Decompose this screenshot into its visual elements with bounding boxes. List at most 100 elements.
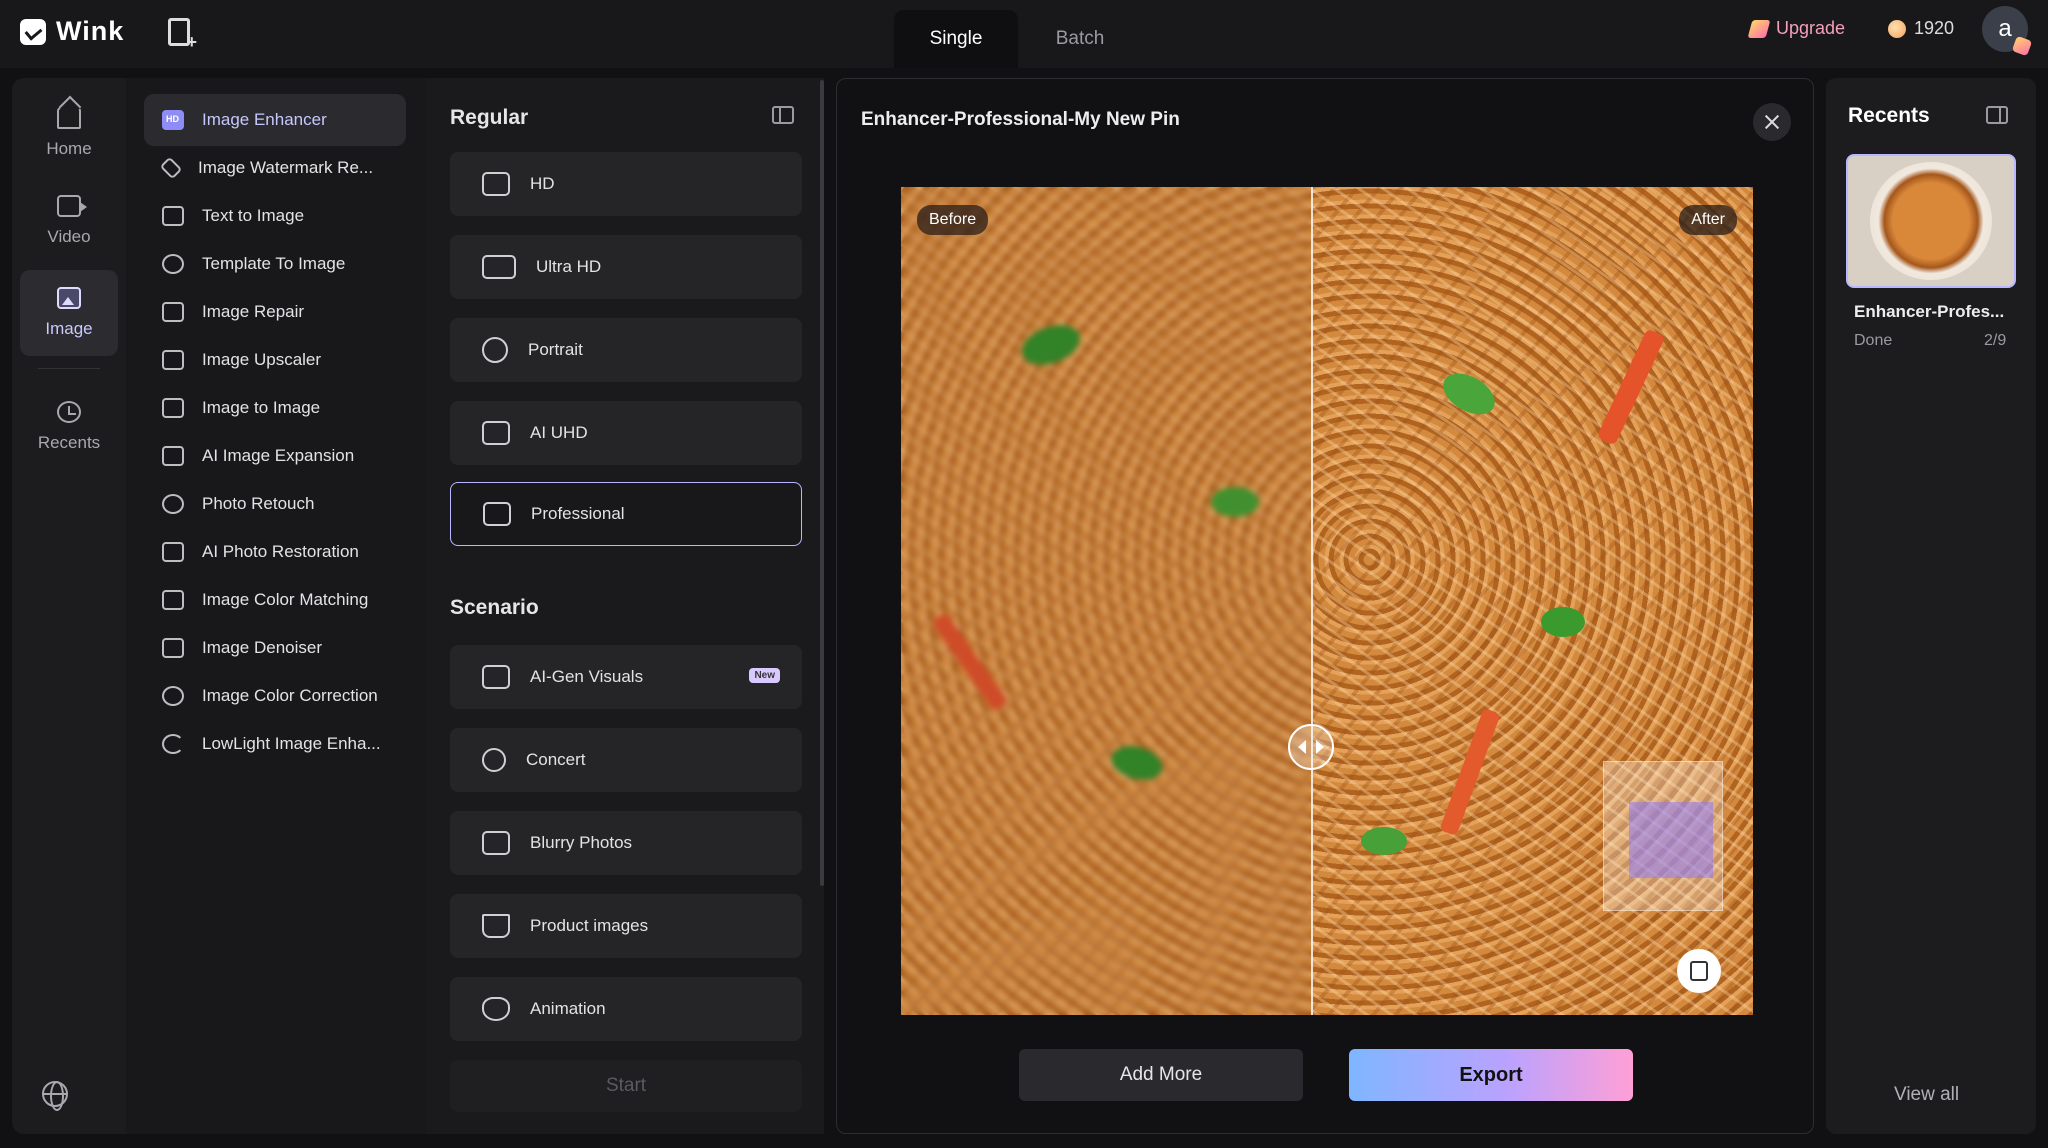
scenario-section-title: Scenario [450,596,539,619]
tool-image-denoiser[interactable]: Image Denoiser [144,622,406,674]
microphone-icon [482,748,506,772]
regular-section-title: Regular [450,106,529,129]
rail-home[interactable]: Home [20,90,118,176]
app-name: Wink [56,16,125,46]
carrot [1596,328,1666,446]
noodle-bowl-image [1870,162,1992,280]
image-icon [57,287,81,309]
tool-image-color-matching[interactable]: Image Color Matching [144,574,406,626]
option-concert[interactable]: Concert [450,728,802,792]
rail-recents-label: Recents [37,433,101,452]
tool-label: Image Watermark Re... [198,158,374,177]
tool-ai-image-expansion[interactable]: AI Image Expansion [144,430,406,482]
tool-photo-retouch[interactable]: Photo Retouch [144,478,406,530]
collapse-panel-icon[interactable] [772,106,794,124]
coin-icon [1888,19,1906,38]
color-correction-icon [162,686,184,706]
collapse-panel-icon[interactable] [1986,106,2008,124]
start-button[interactable]: Start [450,1060,802,1112]
view-all-link[interactable]: View all [1894,1084,1959,1106]
left-rail: Home Video Image Recents [12,78,126,1134]
option-animation[interactable]: Animation [450,977,802,1041]
bear-icon [482,997,510,1021]
garnish [1361,827,1407,855]
tool-image-repair[interactable]: Image Repair [144,286,406,338]
zoom-minimap[interactable] [1603,761,1723,911]
compare-divider[interactable] [1311,187,1313,1015]
tool-ai-photo-restoration[interactable]: AI Photo Restoration [144,526,406,578]
option-label: AI-Gen Visuals [530,667,644,686]
rail-image-label: Image [45,319,93,338]
tool-label: Image Denoiser [202,638,323,657]
tool-image-color-correction[interactable]: Image Color Correction [144,670,406,722]
rail-video-label: Video [47,227,91,246]
add-more-button[interactable]: Add More [1019,1049,1303,1101]
hd-icon [482,172,510,196]
rail-recents[interactable]: Recents [20,384,118,470]
language-globe-icon[interactable] [42,1081,68,1111]
close-icon[interactable] [1753,103,1791,141]
options-scrollbar[interactable] [820,80,824,886]
upgrade-button[interactable]: Upgrade [1747,18,1845,39]
restoration-icon [162,542,184,562]
new-file-icon[interactable] [168,18,197,53]
garnish [1436,365,1502,423]
tool-image-enhancer[interactable]: Image Enhancer [144,94,406,146]
before-half [901,187,1313,1015]
tab-batch[interactable]: Batch [1018,10,1142,68]
wink-logo[interactable]: Wink [20,16,124,47]
option-label: Portrait [528,340,583,359]
option-label: HD [530,174,555,193]
moon-icon [162,734,184,754]
expand-icon [162,446,184,466]
option-product-images[interactable]: Product images [450,894,802,958]
compare-slider-handle[interactable] [1288,724,1334,770]
option-label: Product images [530,916,649,935]
tool-lowlight-enhancer[interactable]: LowLight Image Enha... [144,718,406,770]
blur-icon [482,831,510,855]
option-professional[interactable]: Professional [450,482,802,546]
recents-panel: Recents Enhancer-Profes... Done 2/9 View… [1826,78,2036,1134]
before-after-image[interactable]: Before After [901,187,1753,1015]
tool-label: Image Upscaler [202,350,322,369]
tool-image-to-image[interactable]: Image to Image [144,382,406,434]
recent-item-name: Enhancer-Profes... [1854,302,2005,321]
tool-image-watermark-remover[interactable]: Image Watermark Re... [144,142,406,194]
credits-balance[interactable]: 1920 [1888,18,1954,39]
carrot [1439,707,1501,837]
minimap-viewport[interactable] [1629,802,1713,878]
option-portrait[interactable]: Portrait [450,318,802,382]
color-match-icon [162,590,184,610]
option-label: Concert [526,750,586,769]
hd-enhancer-icon [162,110,184,130]
option-ultra-hd[interactable]: Ultra HD [450,235,802,299]
option-ai-gen-visuals[interactable]: AI-Gen Visuals New [450,645,802,709]
compare-toggle-icon[interactable] [1677,949,1721,993]
history-icon [57,401,81,423]
option-blurry-photos[interactable]: Blurry Photos [450,811,802,875]
tool-text-to-image[interactable]: Text to Image [144,190,406,242]
text-image-icon [162,206,184,226]
tab-single[interactable]: Single [894,10,1018,68]
rail-video[interactable]: Video [20,178,118,264]
template-icon [162,254,184,274]
video-icon [57,195,87,217]
ai-visuals-icon [482,665,510,689]
rail-home-label: Home [46,139,92,158]
top-bar: Wink Single Batch Upgrade 1920 a [0,0,2048,68]
rail-image[interactable]: Image [20,270,118,356]
4k-icon [162,350,184,370]
recent-thumbnail[interactable] [1846,154,2016,288]
option-ai-uhd[interactable]: AI UHD [450,401,802,465]
option-label: Ultra HD [536,257,602,276]
credits-value: 1920 [1914,18,1955,38]
tool-label: Template To Image [202,254,346,273]
tool-template-to-image[interactable]: Template To Image [144,238,406,290]
tool-label: Image Color Matching [202,590,369,609]
export-button[interactable]: Export [1349,1049,1633,1101]
preview-panel: Enhancer-Professional-My New Pin Before … [836,78,1814,1134]
tool-image-upscaler[interactable]: Image Upscaler [144,334,406,386]
option-label: Professional [531,504,625,523]
option-hd[interactable]: HD [450,152,802,216]
repair-icon [162,302,184,322]
